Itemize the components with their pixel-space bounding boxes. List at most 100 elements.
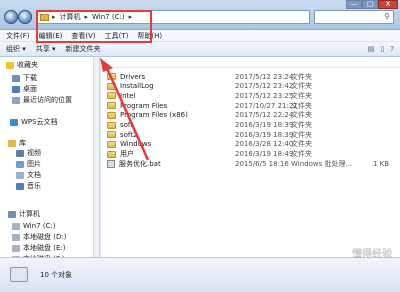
file-date: 2017/10/27 21:21 xyxy=(235,101,298,110)
file-row[interactable]: 用户 2016/3/19 18:49 文件夹 xyxy=(101,150,400,159)
file-type: Windows 批处理... xyxy=(291,159,353,168)
folder-icon xyxy=(40,13,49,21)
menu-file[interactable]: 文件(F) xyxy=(6,31,30,41)
maximize-button[interactable]: □ xyxy=(362,0,378,9)
search-input[interactable]: ⚲ xyxy=(314,10,394,24)
sidebar-item[interactable]: 最近访问的位置 xyxy=(12,95,72,105)
download-folder-icon xyxy=(12,74,20,82)
sidebar-item[interactable]: 文档 xyxy=(16,170,41,180)
file-row[interactable]: soft2 2016/3/19 18:39 文件夹 xyxy=(101,130,400,139)
close-button[interactable]: X xyxy=(378,0,398,9)
file-type: 文件夹 xyxy=(291,121,312,129)
item-count: 10 个对象 xyxy=(40,271,73,279)
file-row[interactable]: Intel 2017/5/12 23:25 文件夹 xyxy=(101,91,400,100)
folder-icon xyxy=(107,150,116,158)
file-name-text: Windows xyxy=(120,140,152,149)
title-bar: ‹ › ▸ 计算机 ▸ Win7 (C:) ▸ ⚲ — □ X xyxy=(0,0,400,30)
file-name: Windows xyxy=(107,140,151,148)
sidebar-item[interactable]: 视频 xyxy=(16,148,41,158)
sidebar-item[interactable]: 图片 xyxy=(16,159,41,169)
picture-icon xyxy=(16,160,24,168)
recent-places-icon xyxy=(12,96,20,104)
file-date: 2017/5/12 22:24 xyxy=(235,111,294,120)
file-row[interactable]: Program Files (x86) 2017/5/12 22:24 文件夹 xyxy=(101,111,400,120)
sidebar-item[interactable]: 桌面 xyxy=(12,84,37,94)
sidebar-item-label: 桌面 xyxy=(23,85,37,93)
preview-pane-icon[interactable]: ▯ xyxy=(380,45,384,53)
forward-button[interactable]: › xyxy=(18,10,32,24)
sidebar-item[interactable]: 本地磁盘 (E:) xyxy=(12,243,65,253)
file-date: 2017/5/12 23:25 xyxy=(235,91,294,100)
sidebar-item[interactable]: 收藏夹 xyxy=(6,60,38,70)
breadcrumb-separator: ▸ xyxy=(52,13,56,21)
sidebar-scrollbar[interactable] xyxy=(93,57,99,257)
drive-icon xyxy=(10,267,28,282)
sidebar-item-label: Win7 (C:) xyxy=(23,222,56,230)
sidebar-item-label: 视频 xyxy=(27,149,41,157)
file-type: 文件夹 xyxy=(291,82,312,91)
menu-view[interactable]: 查看(V) xyxy=(71,31,95,41)
file-name: soft xyxy=(107,121,133,129)
menu-help[interactable]: 帮助(H) xyxy=(137,31,162,41)
sidebar-item-label: 计算机 xyxy=(19,210,40,218)
menu-edit[interactable]: 编辑(E) xyxy=(39,31,63,41)
batch-file-icon xyxy=(107,159,115,168)
sidebar-item[interactable]: 音乐 xyxy=(16,181,41,191)
file-name-text: Program Files (x86) xyxy=(120,111,188,120)
file-name-text: soft2 xyxy=(120,130,138,139)
file-name: InstallLog xyxy=(107,82,154,90)
file-date: 2016/3/28 12:40 xyxy=(235,140,294,149)
sidebar-item[interactable]: WPS云文档 xyxy=(10,117,58,127)
view-options-icon[interactable]: ▤ xyxy=(368,45,375,53)
drive-icon xyxy=(12,244,20,252)
file-type: 文件夹 xyxy=(291,140,312,149)
file-type: 文件夹 xyxy=(291,130,312,139)
file-type: 文件夹 xyxy=(291,91,312,100)
back-button[interactable]: ‹ xyxy=(4,10,18,24)
breadcrumb-drive-c[interactable]: Win7 (C:) xyxy=(92,13,125,21)
address-bar[interactable]: ▸ 计算机 ▸ Win7 (C:) ▸ xyxy=(36,10,310,24)
help-icon[interactable]: ? xyxy=(390,45,394,53)
file-row[interactable]: Windows 2016/3/28 12:40 文件夹 xyxy=(101,140,400,149)
file-name: 用户 xyxy=(107,149,134,159)
file-name: Intel xyxy=(107,92,136,100)
file-type: 文件夹 xyxy=(291,150,312,159)
sidebar-item[interactable]: 本地磁盘 (D:) xyxy=(12,232,66,242)
share-button[interactable]: 共享 ▾ xyxy=(36,44,56,54)
navigation-pane: 收藏夹下载桌面最近访问的位置 WPS云文档库视频图片文档 音乐计算机 Win7 (C:… xyxy=(0,57,100,263)
new-folder-button[interactable]: 新建文件夹 xyxy=(66,44,101,54)
file-row[interactable]: soft 2016/3/19 18:39 文件夹 xyxy=(101,121,400,130)
file-row[interactable]: 服务优化.bat 2015/6/5 18:16 Windows 批处理... 1 KB xyxy=(101,159,400,168)
sidebar-item[interactable]: 计算机 xyxy=(8,209,40,219)
file-name-text: Intel xyxy=(120,91,136,100)
drive-icon xyxy=(12,233,20,241)
desktop-icon xyxy=(12,85,20,93)
file-size: 1 KB xyxy=(373,159,390,168)
file-date: 2016/3/19 18:39 xyxy=(235,121,294,129)
breadcrumb-computer[interactable]: 计算机 xyxy=(60,12,81,22)
sidebar-item-label: 本地磁盘 (E:) xyxy=(23,244,66,252)
menu-bar: 文件(F) 编辑(E) 查看(V) 工具(T) 帮助(H) xyxy=(0,30,400,42)
menu-tools[interactable]: 工具(T) xyxy=(105,31,129,41)
minimize-button[interactable]: — xyxy=(346,0,362,9)
file-row[interactable]: InstallLog 2017/5/12 23:42 文件夹 xyxy=(101,82,400,91)
sidebar-item-label: 最近访问的位置 xyxy=(23,96,72,104)
sidebar-item[interactable]: Win7 (C:) xyxy=(12,221,56,231)
file-name-text: soft xyxy=(120,121,134,129)
document-icon xyxy=(16,171,24,179)
sidebar-item-label: 图片 xyxy=(27,160,41,168)
organize-button[interactable]: 组织 ▾ xyxy=(6,44,26,54)
drive-icon xyxy=(12,222,20,230)
file-name: Drivers xyxy=(107,73,145,81)
sidebar-item[interactable]: 库 xyxy=(8,138,26,148)
file-row[interactable]: Program Files 2017/10/27 21:21 文件夹 xyxy=(101,101,400,110)
file-name: soft2 xyxy=(107,131,137,139)
search-icon[interactable]: ⚲ xyxy=(384,12,390,21)
file-name-text: Drivers xyxy=(120,72,146,81)
status-bar: 10 个对象 xyxy=(0,257,400,292)
sidebar-item[interactable]: 下载 xyxy=(12,73,37,83)
file-name: 服务优化.bat xyxy=(107,159,161,169)
file-row[interactable]: Drivers 2017/5/12 23:24 文件夹 xyxy=(101,72,400,81)
file-type: 文件夹 xyxy=(291,101,312,110)
file-type: 文件夹 xyxy=(291,72,312,81)
